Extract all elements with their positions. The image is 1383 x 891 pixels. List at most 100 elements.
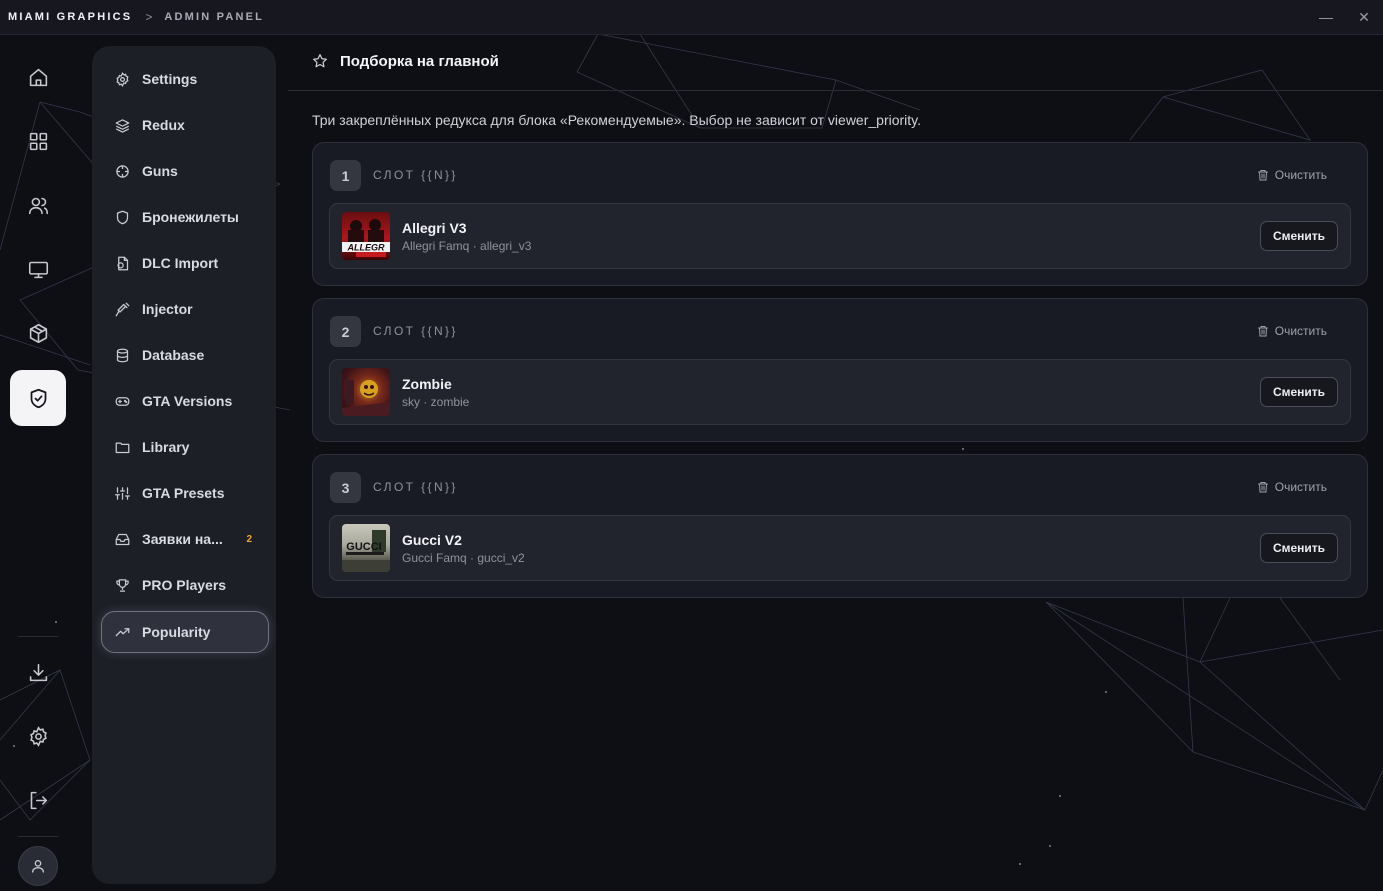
trophy-icon — [114, 577, 130, 593]
nav-item-database[interactable]: Database — [102, 335, 268, 375]
close-button[interactable]: ✕ — [1345, 0, 1383, 34]
nav-item-armor[interactable]: Бронежилеты — [102, 197, 268, 237]
change-button[interactable]: Сменить — [1260, 533, 1338, 563]
slot-label: СЛОТ {{N}} — [373, 324, 458, 338]
slot-card: 2 СЛОТ {{N}} Очистить Zombie sky · zombi… — [312, 298, 1368, 442]
rail-logout-button[interactable] — [10, 772, 66, 828]
folder-icon — [114, 439, 130, 455]
item-subtitle: sky · zombie — [402, 395, 470, 409]
download-icon — [29, 663, 47, 681]
rail-settings-button[interactable] — [10, 708, 66, 764]
nav-item-label: Injector — [142, 301, 193, 317]
nav-item-label: PRO Players — [142, 577, 227, 593]
shield-check-icon — [30, 388, 46, 408]
nav-item-label: GTA Versions — [142, 393, 233, 409]
rail-home-button[interactable] — [10, 49, 66, 105]
app-brand: MIAMI GRAPHICS — [8, 11, 133, 23]
inbox-icon — [114, 531, 130, 547]
clear-button[interactable]: Очистить — [1257, 168, 1327, 182]
rail-box-button[interactable] — [10, 305, 66, 361]
icon-rail — [0, 34, 76, 891]
nav-item-library[interactable]: Library — [102, 427, 268, 467]
item-thumbnail: ALLEGR — [342, 212, 390, 260]
rail-divider — [18, 836, 58, 837]
main-content: Подборка на главной Три закреплённых ред… — [288, 34, 1383, 891]
clear-button-label: Очистить — [1274, 324, 1327, 338]
file-import-icon — [114, 255, 130, 271]
item-thumbnail — [342, 368, 390, 416]
thumbnail-text: ALLEGR — [347, 243, 385, 253]
nav-item-label: Бронежилеты — [142, 209, 239, 225]
slot-label: СЛОТ {{N}} — [373, 168, 458, 182]
slot-card: 3 СЛОТ {{N}} Очистить GUCCI Gucci V2 Guc… — [312, 454, 1368, 598]
sliders-icon — [114, 485, 130, 501]
slot-label: СЛОТ {{N}} — [373, 480, 458, 494]
nav-item-label: Database — [142, 347, 205, 363]
breadcrumb-separator: > — [145, 10, 153, 24]
nav-item-label: Заявки на... — [142, 531, 223, 547]
nav-item-injector[interactable]: Injector — [102, 289, 268, 329]
slot-card: 1 СЛОТ {{N}} Очистить ALLEGR Allegri V3 … — [312, 142, 1368, 286]
rail-users-button[interactable] — [10, 177, 66, 233]
nav-item-guns[interactable]: Guns — [102, 151, 268, 191]
nav-item-dlc-import[interactable]: DLC Import — [102, 243, 268, 283]
page-header: Подборка на главной — [288, 34, 1383, 91]
clear-button-label: Очистить — [1274, 480, 1327, 494]
page-description: Три закреплённых редукса для блока «Реко… — [312, 112, 922, 128]
user-icon — [31, 860, 44, 873]
rail-grid-button[interactable] — [10, 113, 66, 169]
nav-badge-count: 2 — [246, 533, 252, 545]
item-subtitle: Allegri Famq · allegri_v3 — [402, 239, 532, 253]
rail-shield-button[interactable] — [10, 370, 66, 426]
syringe-icon — [114, 301, 130, 317]
item-name: Zombie — [402, 376, 452, 392]
title-bar: MIAMI GRAPHICS > ADMIN PANEL — ✕ — [0, 0, 1383, 35]
sidebar-nav: Settings Redux Guns Бронежилеты DLC Impo… — [92, 46, 276, 884]
selected-item-card: Zombie sky · zombie Сменить — [329, 359, 1351, 425]
star-icon[interactable] — [312, 53, 328, 74]
slot-number: 3 — [330, 472, 361, 503]
change-button[interactable]: Сменить — [1260, 377, 1338, 407]
nav-item-gta-presets[interactable]: GTA Presets — [102, 473, 268, 513]
gear-icon — [29, 725, 47, 747]
rail-divider — [18, 636, 58, 637]
trending-up-icon — [114, 624, 130, 640]
nav-item-label: Guns — [142, 163, 178, 179]
trash-icon — [1257, 482, 1268, 493]
item-name: Allegri V3 — [402, 220, 467, 236]
nav-item-label: DLC Import — [142, 255, 219, 271]
grid-icon — [29, 132, 47, 150]
clear-button-label: Очистить — [1274, 168, 1327, 182]
item-thumbnail: GUCCI — [342, 524, 390, 572]
rail-monitor-button[interactable] — [10, 241, 66, 297]
nav-item-label: Settings — [142, 71, 198, 87]
nav-item-redux[interactable]: Redux — [102, 105, 268, 145]
nav-item-label: Redux — [142, 117, 185, 133]
item-name: Gucci V2 — [402, 532, 462, 548]
clear-button[interactable]: Очистить — [1257, 324, 1327, 338]
logout-icon — [30, 791, 47, 809]
nav-item-label: Popularity — [142, 624, 211, 640]
rail-download-button[interactable] — [10, 644, 66, 700]
page-title: Подборка на главной — [340, 53, 499, 70]
nav-item-gta-versions[interactable]: GTA Versions — [102, 381, 268, 421]
nav-item-settings[interactable]: Settings — [102, 59, 268, 99]
crosshair-icon — [114, 163, 130, 179]
nav-item-label: GTA Presets — [142, 485, 225, 501]
home-icon — [29, 68, 47, 86]
slot-number: 2 — [330, 316, 361, 347]
trash-icon — [1257, 326, 1268, 337]
layers-icon — [114, 117, 130, 133]
thumbnail-text: GUCCI — [346, 541, 381, 553]
change-button[interactable]: Сменить — [1260, 221, 1338, 251]
nav-item-popularity[interactable]: Popularity — [101, 611, 269, 653]
clear-button[interactable]: Очистить — [1257, 480, 1327, 494]
breadcrumb-admin-panel[interactable]: ADMIN PANEL — [164, 11, 264, 23]
avatar[interactable] — [18, 846, 58, 886]
minimize-button[interactable]: — — [1307, 0, 1345, 34]
database-icon — [114, 347, 130, 363]
nav-item-requests[interactable]: Заявки на... 2 — [102, 519, 268, 559]
nav-item-label: Library — [142, 439, 190, 455]
nav-item-pro-players[interactable]: PRO Players — [102, 565, 268, 605]
box-icon — [29, 323, 47, 343]
